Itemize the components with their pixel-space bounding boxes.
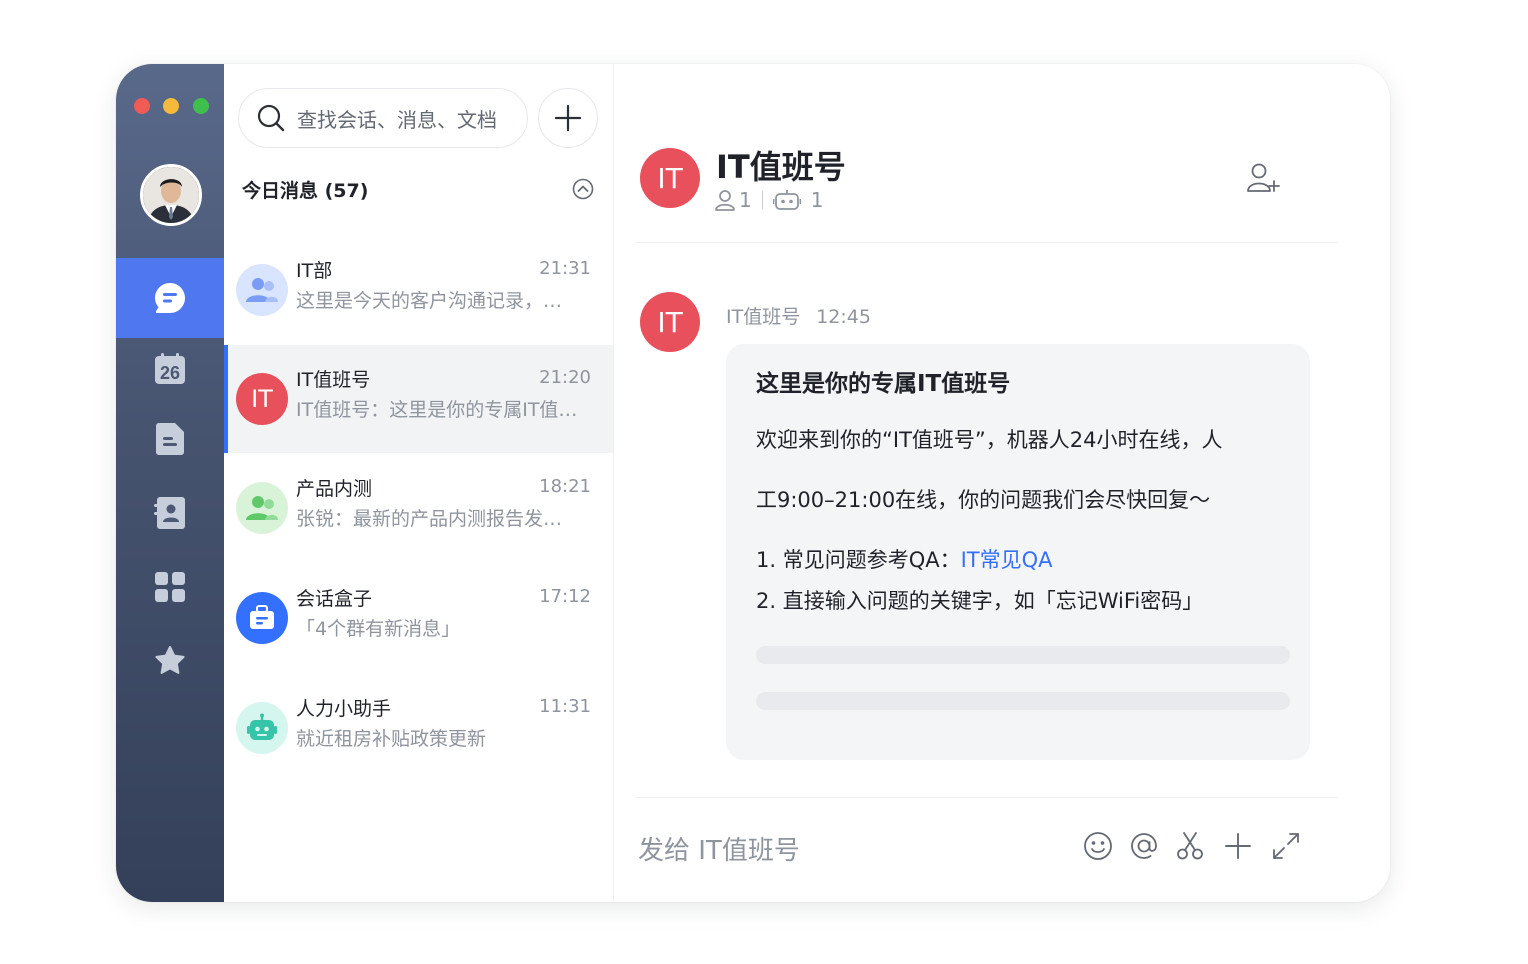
sender-avatar[interactable]: IT	[640, 292, 700, 352]
conversation-item[interactable]: 产品内测 18:21 张锐：最新的产品内测报告发…	[224, 454, 613, 562]
nav-workspace[interactable]	[116, 552, 224, 622]
chevron-up-circle-icon	[572, 178, 594, 200]
composer-divider	[636, 797, 1338, 798]
conversation-item[interactable]: IT部 21:31 这里是今天的客户沟通记录，…	[224, 236, 613, 344]
group-icon	[246, 496, 278, 520]
nav-rail: 26	[116, 64, 224, 902]
conversation-name: 产品内测	[296, 478, 373, 500]
expand-composer-button[interactable]	[1268, 828, 1304, 864]
bot-avatar	[236, 702, 288, 754]
conversation-time: 21:31	[539, 258, 591, 279]
message-title: 这里是你的专属IT值班号	[756, 371, 1011, 397]
conversation-time: 18:21	[539, 476, 591, 497]
member-count: 1	[739, 188, 752, 212]
chat-bubble-icon	[155, 283, 185, 313]
sender-name: IT值班号	[726, 306, 801, 328]
apps-grid-icon	[155, 572, 185, 602]
conversation-preview: 这里是今天的客户沟通记录，…	[296, 290, 563, 312]
box-icon	[250, 605, 274, 629]
message-line: 工9:00–21:00在线，你的问题我们会尽快回复～	[756, 488, 1211, 512]
contacts-icon	[154, 497, 185, 529]
at-sign-icon	[1131, 833, 1157, 859]
chat-member-summary[interactable]: 1 1	[714, 188, 823, 212]
star-icon	[155, 646, 185, 674]
collapse-button[interactable]	[572, 178, 594, 204]
person-icon	[715, 190, 735, 211]
conversation-name: IT值班号	[296, 369, 371, 391]
nav-docs[interactable]	[116, 404, 224, 474]
calendar-icon: 26	[155, 353, 185, 384]
conversation-item[interactable]: 会话盒子 17:12 「4个群有新消息」	[224, 564, 613, 672]
window-minimize-button[interactable]	[163, 98, 179, 114]
mention-button[interactable]	[1126, 828, 1162, 864]
add-user-icon	[1247, 163, 1280, 192]
svg-text:26: 26	[160, 363, 180, 383]
nav-messages[interactable]	[116, 258, 224, 338]
more-attachments-button[interactable]	[1220, 828, 1256, 864]
conversation-name: IT部	[296, 260, 333, 282]
section-title: 今日消息 (57)	[242, 180, 369, 202]
bot-icon	[247, 713, 277, 740]
conversation-item-active[interactable]: IT IT值班号 21:20 IT值班号：这里是你的专属IT值…	[224, 345, 613, 453]
chat-panel: IT IT值班号 1 1 IT IT值班号 12:45 这里是你的专属IT值班号…	[614, 64, 1390, 902]
loading-placeholder	[756, 692, 1290, 710]
message-list-item: 1. 常见问题参考QA：IT常见QA	[756, 544, 1053, 574]
conversation-preview: 「4个群有新消息」	[296, 618, 461, 640]
chat-avatar[interactable]: IT	[640, 148, 700, 208]
create-button[interactable]	[538, 88, 598, 148]
conversation-list-panel: 查找会话、消息、文档 今日消息 (57) IT部 21:31 这里是今天的客户沟…	[224, 64, 614, 902]
header-divider	[636, 242, 1338, 243]
group-avatar	[236, 264, 288, 316]
conversation-time: 17:12	[539, 586, 591, 607]
conversation-preview: IT值班号：这里是你的专属IT值…	[296, 399, 578, 421]
nav-favorites[interactable]	[116, 626, 224, 696]
search-placeholder: 查找会话、消息、文档	[297, 107, 497, 132]
plus-icon	[1225, 833, 1251, 859]
scissors-icon	[1177, 832, 1203, 860]
conversation-item[interactable]: 人力小助手 11:31 就近租房补贴政策更新	[224, 674, 613, 782]
loading-placeholder	[756, 646, 1290, 664]
window-maximize-button[interactable]	[193, 98, 209, 114]
document-icon	[156, 423, 184, 455]
divider	[761, 191, 763, 209]
message-time: 12:45	[816, 306, 871, 328]
conversation-time: 21:20	[539, 367, 591, 388]
user-avatar[interactable]	[140, 164, 202, 226]
conversation-name: 会话盒子	[296, 588, 373, 610]
nav-contacts[interactable]	[116, 478, 224, 548]
app-window: 26 查找会话、消息、文档 今日消息 (57) IT部 21:31 这里是今天的…	[116, 64, 1390, 902]
add-member-button[interactable]	[1246, 162, 1280, 198]
robot-icon	[772, 190, 801, 210]
list-item-text: 1. 常见问题参考QA：	[756, 548, 961, 572]
expand-icon	[1273, 833, 1299, 859]
message-meta: IT值班号 12:45	[726, 302, 871, 329]
faq-link[interactable]: IT常见QA	[961, 548, 1053, 572]
box-avatar	[236, 592, 288, 644]
emoji-icon	[1084, 832, 1112, 860]
message-line: 欢迎来到你的“IT值班号”，机器人24小时在线，人	[756, 428, 1223, 452]
group-avatar	[236, 482, 288, 534]
bot-count: 1	[810, 188, 824, 212]
emoji-button[interactable]	[1080, 828, 1116, 864]
nav-calendar[interactable]: 26	[116, 334, 224, 404]
message-list-item: 2. 直接输入问题的关键字，如「忘记WiFi密码」	[756, 589, 1204, 613]
plus-icon	[555, 105, 581, 131]
conversation-preview: 张锐：最新的产品内测报告发…	[296, 508, 563, 530]
chat-title: IT值班号	[716, 148, 846, 186]
group-icon	[246, 278, 278, 302]
screenshot-button[interactable]	[1172, 828, 1208, 864]
message-input[interactable]: 发给 IT值班号	[638, 830, 800, 867]
conversation-preview: 就近租房补贴政策更新	[296, 728, 487, 750]
search-icon	[257, 104, 285, 132]
search-input[interactable]: 查找会话、消息、文档	[238, 88, 528, 148]
conversation-avatar: IT	[236, 373, 288, 425]
conversation-name: 人力小助手	[296, 698, 392, 720]
message-card: 这里是你的专属IT值班号 欢迎来到你的“IT值班号”，机器人24小时在线，人 工…	[726, 344, 1310, 760]
conversation-time: 11:31	[539, 696, 591, 717]
window-close-button[interactable]	[134, 98, 150, 114]
